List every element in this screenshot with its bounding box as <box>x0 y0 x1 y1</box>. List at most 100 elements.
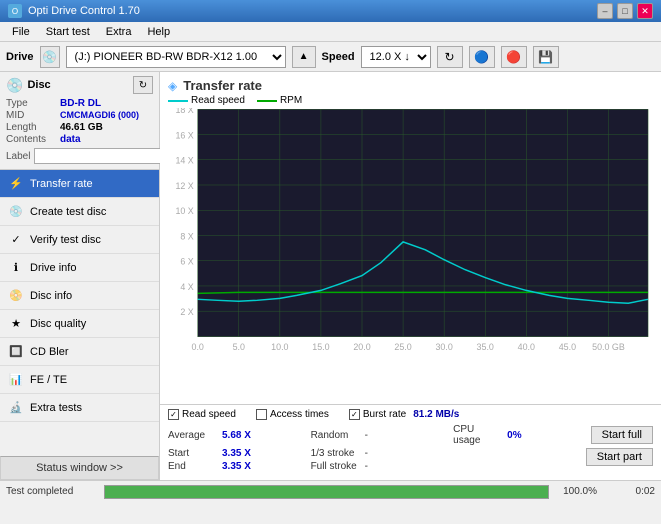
fe-te-icon: 📊 <box>8 372 24 388</box>
nav-item-disc-info[interactable]: 📀 Disc info <box>0 282 159 310</box>
full-stroke-row: Full stroke - <box>311 461 444 472</box>
disc-panel: 💿 Disc ↻ Type BD-R DL MID CMCMAGDI6 (000… <box>0 72 159 170</box>
menu-bar: File Start test Extra Help <box>0 22 661 42</box>
eject-button[interactable]: ▲ <box>292 46 316 68</box>
nav-label-drive-info: Drive info <box>30 262 76 274</box>
random-label: Random <box>311 430 361 441</box>
nav-item-drive-info[interactable]: ℹ Drive info <box>0 254 159 282</box>
svg-text:45.0: 45.0 <box>559 342 576 352</box>
minimize-button[interactable]: – <box>597 3 613 19</box>
svg-text:4 X: 4 X <box>180 282 193 292</box>
legend-rpm-label: RPM <box>280 95 302 106</box>
checkbox-access-times-box <box>256 409 267 420</box>
disc-refresh-icon[interactable]: ↻ <box>133 76 153 94</box>
burst-rate-value: 81.2 MB/s <box>413 409 459 420</box>
stats-actions-row: Average 5.68 X Random - CPU usage 0% S <box>168 424 653 476</box>
svg-text:8 X: 8 X <box>180 231 193 241</box>
type-label: Type <box>6 98 56 109</box>
nav-menu: ⚡ Transfer rate 💿 Create test disc ✓ Ver… <box>0 170 159 456</box>
svg-text:10.0: 10.0 <box>271 342 288 352</box>
refresh-icon[interactable]: ↻ <box>437 46 463 68</box>
end-row: End 3.35 X <box>168 461 301 472</box>
legend-read-speed: Read speed <box>168 95 245 106</box>
menu-extra[interactable]: Extra <box>98 24 140 40</box>
progress-percent: 100.0% <box>557 486 597 497</box>
svg-text:0.0: 0.0 <box>192 342 204 352</box>
right-panel: ◈ Transfer rate Read speed RPM <box>160 72 661 480</box>
stroke-1-3-row: 1/3 stroke - <box>311 448 444 459</box>
menu-help[interactable]: Help <box>139 24 178 40</box>
svg-text:10 X: 10 X <box>175 206 193 216</box>
nav-label-create-test-disc: Create test disc <box>30 206 106 218</box>
maximize-button[interactable]: □ <box>617 3 633 19</box>
chart-svg: 18 X 16 X 14 X 12 X 10 X 8 X 6 X 4 X 2 X… <box>168 108 653 358</box>
time-display: 0:02 <box>605 486 655 497</box>
contents-label: Contents <box>6 134 56 145</box>
drive-bar: Drive 💿 (J:) PIONEER BD-RW BDR-X12 1.00 … <box>0 42 661 72</box>
title-bar: O Opti Drive Control 1.70 – □ ✕ <box>0 0 661 22</box>
status-window-button[interactable]: Status window >> <box>0 456 159 480</box>
sidebar: 💿 Disc ↻ Type BD-R DL MID CMCMAGDI6 (000… <box>0 72 160 480</box>
menu-start-test[interactable]: Start test <box>38 24 98 40</box>
speed-label: Speed <box>322 51 355 63</box>
extra-tests-icon: 🔬 <box>8 400 24 416</box>
transfer-rate-icon: ⚡ <box>8 176 24 192</box>
disc-header-icon: 💿 <box>6 77 23 94</box>
nav-item-verify-test-disc[interactable]: ✓ Verify test disc <box>0 226 159 254</box>
nav-label-disc-info: Disc info <box>30 290 72 302</box>
main-content: 💿 Disc ↻ Type BD-R DL MID CMCMAGDI6 (000… <box>0 72 661 480</box>
start-row: Start 3.35 X <box>168 448 301 459</box>
legend-rpm-color <box>257 100 277 102</box>
create-test-disc-icon: 💿 <box>8 204 24 220</box>
full-stroke-label: Full stroke <box>311 461 361 472</box>
svg-text:50.0 GB: 50.0 GB <box>592 342 625 352</box>
random-value: - <box>365 430 368 441</box>
end-label: End <box>168 461 218 472</box>
checkbox-read-speed-label: Read speed <box>182 409 236 420</box>
checkbox-burst-rate[interactable]: ✓ Burst rate 81.2 MB/s <box>349 409 460 420</box>
menu-file[interactable]: File <box>4 24 38 40</box>
status-bar: Test completed 100.0% 0:02 <box>0 480 661 502</box>
scan-icon[interactable]: 🔴 <box>501 46 527 68</box>
nav-label-disc-quality: Disc quality <box>30 318 86 330</box>
checkbox-read-speed[interactable]: ✓ Read speed <box>168 409 236 420</box>
nav-item-extra-tests[interactable]: 🔬 Extra tests <box>0 394 159 422</box>
checkbox-burst-rate-label: Burst rate <box>363 409 406 420</box>
length-label: Length <box>6 122 56 133</box>
svg-text:30.0: 30.0 <box>435 342 452 352</box>
svg-text:16 X: 16 X <box>175 130 193 140</box>
nav-item-transfer-rate[interactable]: ⚡ Transfer rate <box>0 170 159 198</box>
nav-label-fe-te: FE / TE <box>30 374 67 386</box>
nav-item-disc-quality[interactable]: ★ Disc quality <box>0 310 159 338</box>
drive-select[interactable]: (J:) PIONEER BD-RW BDR-X12 1.00 <box>66 46 286 68</box>
nav-item-cd-bler[interactable]: 🔲 CD Bler <box>0 338 159 366</box>
svg-text:15.0: 15.0 <box>312 342 329 352</box>
svg-text:18 X: 18 X <box>175 108 193 115</box>
speed-select[interactable]: 12.0 X ↓ <box>361 46 431 68</box>
stats-left: Average 5.68 X Random - CPU usage 0% S <box>168 424 586 476</box>
start-label: Start <box>168 448 218 459</box>
svg-text:6 X: 6 X <box>180 257 193 267</box>
settings-icon[interactable]: 🔵 <box>469 46 495 68</box>
app-icon: O <box>8 4 22 18</box>
avg-label: Average <box>168 430 218 441</box>
stats-right: Start full Start part <box>586 424 653 466</box>
nav-item-fe-te[interactable]: 📊 FE / TE <box>0 366 159 394</box>
label-input[interactable] <box>34 148 172 164</box>
checkbox-access-times[interactable]: Access times <box>256 409 329 420</box>
app-title: Opti Drive Control 1.70 <box>28 5 140 17</box>
start-part-button[interactable]: Start part <box>586 448 653 466</box>
avg-value: 5.68 X <box>222 430 262 441</box>
full-stroke-value: - <box>365 461 368 472</box>
close-button[interactable]: ✕ <box>637 3 653 19</box>
start-full-button[interactable]: Start full <box>591 426 653 444</box>
nav-item-create-test-disc[interactable]: 💿 Create test disc <box>0 198 159 226</box>
mid-value: CMCMAGDI6 (000) <box>60 110 139 121</box>
svg-text:35.0: 35.0 <box>477 342 494 352</box>
cpu-row: CPU usage 0% <box>453 424 586 446</box>
stroke-1-3-value: - <box>365 448 368 459</box>
save-icon[interactable]: 💾 <box>533 46 559 68</box>
status-text: Test completed <box>6 486 96 497</box>
type-value: BD-R DL <box>60 98 101 109</box>
cd-bler-icon: 🔲 <box>8 344 24 360</box>
